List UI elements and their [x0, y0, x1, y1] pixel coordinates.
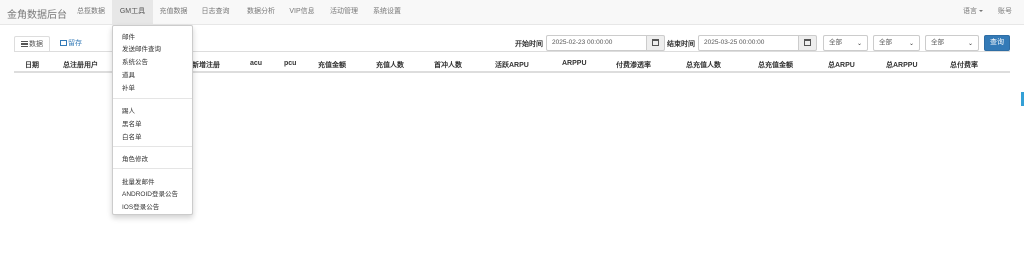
tab-retention[interactable]: 留存	[54, 36, 88, 52]
gm-tools-dropdown: 邮件 发送邮件查询 系统公告 道具 补单 踢人 黑名单 白名单 角色修改 批量发…	[112, 25, 193, 215]
menu-item-system-notice[interactable]: 系统公告	[122, 56, 148, 66]
tab-data-label: 数据	[29, 41, 43, 48]
filter-select-1-value: 全部	[829, 39, 842, 46]
nav-item-log-query[interactable]: 日志查询	[194, 0, 237, 24]
list-icon	[21, 41, 28, 48]
nav-item-overview[interactable]: 总揽数据	[70, 0, 112, 24]
filter-select-1[interactable]: 全部 ⌄	[823, 35, 868, 51]
tab-retention-label: 留存	[68, 40, 82, 47]
col-pcu: pcu	[284, 60, 297, 67]
start-time-input[interactable]: 2025-02-23 00:00:00	[546, 35, 647, 51]
menu-item-role-edit[interactable]: 角色修改	[122, 153, 148, 163]
menu-item-kick[interactable]: 踢人	[122, 105, 135, 115]
tab-data[interactable]: 数据	[14, 36, 50, 52]
calendar-icon	[652, 39, 659, 46]
col-acu: acu	[250, 60, 263, 67]
language-menu[interactable]: 语言	[955, 0, 991, 24]
menu-item-mail[interactable]: 邮件	[122, 31, 135, 41]
menu-item-whitelist[interactable]: 白名单	[122, 131, 142, 141]
filter-select-3[interactable]: 全部 ⌄	[925, 35, 979, 51]
menu-item-ios-login-notice[interactable]: IOS登录公告	[122, 201, 159, 211]
col-total-pay-rate: 总付费率	[950, 62, 978, 69]
start-calendar-button[interactable]	[647, 35, 665, 51]
start-time-label: 开始时间	[515, 41, 543, 48]
col-total-registered: 总注册用户	[63, 62, 98, 69]
nav-item-gm-tools[interactable]: GM工具	[112, 0, 153, 24]
menu-item-sent-mail-query[interactable]: 发送邮件查询	[122, 43, 161, 53]
menu-divider	[113, 168, 192, 169]
filter-select-3-value: 全部	[931, 39, 944, 46]
filter-select-2[interactable]: 全部 ⌄	[873, 35, 920, 51]
col-first-recharge: 首冲人数	[434, 62, 462, 69]
menu-divider	[113, 98, 192, 99]
nav-item-recharge[interactable]: 充值数据	[153, 0, 194, 24]
nav-item-vip[interactable]: VIP信息	[283, 0, 321, 24]
table-icon	[60, 40, 67, 47]
nav-item-analysis[interactable]: 数据分析	[241, 0, 281, 24]
col-pay-penetration: 付费渗透率	[616, 62, 651, 69]
menu-item-android-login-notice[interactable]: ANDROID登录公告	[122, 188, 178, 198]
menu-item-items[interactable]: 道具	[122, 69, 135, 79]
col-new-registered: 新增注册	[192, 62, 220, 69]
calendar-icon	[804, 39, 811, 46]
nav-item-activity[interactable]: 活动管理	[324, 0, 364, 24]
menu-item-blacklist[interactable]: 黑名单	[122, 118, 142, 128]
col-active-arpu: 活跃ARPU	[495, 62, 529, 69]
col-recharge-amount: 充值金额	[318, 62, 346, 69]
language-label: 语言	[963, 8, 977, 15]
chevron-down-icon: ⌄	[967, 41, 973, 47]
query-button[interactable]: 查询	[984, 35, 1010, 51]
end-time-input[interactable]: 2025-03-25 00:00:00	[698, 35, 799, 51]
chevron-down-icon: ⌄	[908, 41, 914, 47]
brand-title[interactable]: 金角数据后台	[7, 6, 67, 21]
col-total-arppu: 总ARPPU	[886, 62, 918, 69]
account-menu[interactable]: 账号	[993, 0, 1017, 24]
col-date: 日期	[25, 62, 39, 69]
filter-select-2-value: 全部	[879, 39, 892, 46]
caret-down-icon	[979, 10, 983, 13]
top-navbar: 金角数据后台 总揽数据 GM工具 充值数据 日志查询 数据分析 VIP信息 活动…	[0, 0, 1024, 25]
chevron-down-icon: ⌄	[856, 41, 862, 47]
nav-item-settings[interactable]: 系统设置	[367, 0, 407, 24]
menu-divider	[113, 146, 192, 147]
col-arppu: ARPPU	[562, 60, 587, 67]
col-total-arpu: 总ARPU	[828, 62, 855, 69]
menu-item-reissue-order[interactable]: 补单	[122, 82, 135, 92]
col-total-recharge-users: 总充值人数	[686, 62, 721, 69]
end-calendar-button[interactable]	[799, 35, 817, 51]
end-time-label: 结束时间	[667, 41, 695, 48]
col-total-recharge-amount: 总充值金额	[758, 62, 793, 69]
menu-item-batch-mail[interactable]: 批量发邮件	[122, 176, 155, 186]
col-recharge-users: 充值人数	[376, 62, 404, 69]
